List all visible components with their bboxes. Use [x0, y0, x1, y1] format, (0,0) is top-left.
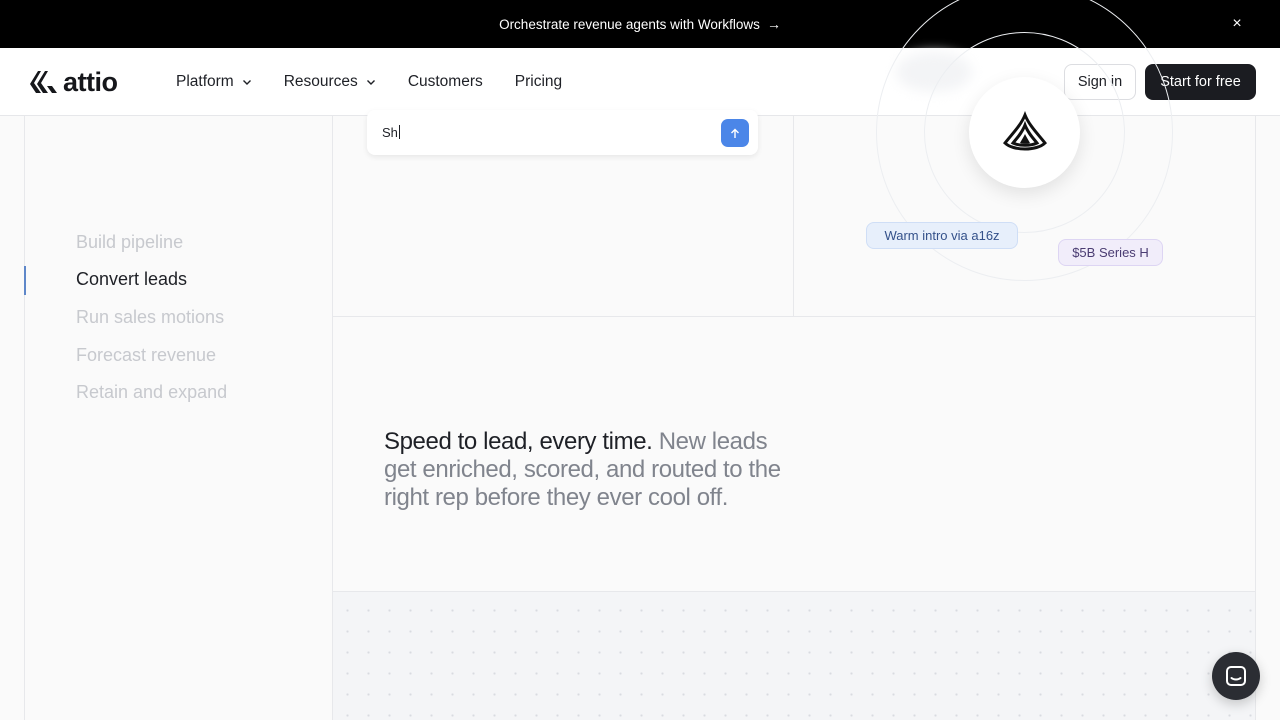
send-button[interactable]: [721, 119, 749, 147]
tag-funding: $5B Series H: [1058, 239, 1163, 266]
tag-warm-intro: Warm intro via a16z: [866, 222, 1018, 249]
sidebar-item-forecast-revenue[interactable]: Forecast revenue: [76, 345, 216, 366]
company-logo-icon: [1002, 110, 1047, 150]
announcement-text[interactable]: Orchestrate revenue agents with Workflow…: [499, 17, 760, 32]
feature-headline: Speed to lead, every time.: [384, 428, 653, 455]
sidebar-item-run-sales-motions[interactable]: Run sales motions: [76, 307, 224, 328]
nav-label: Platform: [176, 73, 234, 90]
frame-divider: [24, 116, 25, 720]
ask-input-value: Sh: [382, 125, 398, 140]
chat-bubble-icon: [1226, 666, 1246, 686]
nav-resources[interactable]: Resources: [284, 73, 376, 91]
attio-logo[interactable]: attio: [28, 67, 118, 97]
frame-divider: [332, 316, 1256, 317]
sidebar-item-build-pipeline[interactable]: Build pipeline: [76, 232, 183, 253]
nav-label: Resources: [283, 73, 358, 90]
chat-launcher-button[interactable]: [1212, 652, 1260, 700]
sidebar-item-retain-and-expand[interactable]: Retain and expand: [76, 382, 227, 403]
frame-divider: [1255, 116, 1256, 720]
dotted-canvas-panel: [333, 592, 1255, 720]
text-caret: [398, 125, 400, 139]
company-logo-medallion: [969, 77, 1080, 188]
chevron-down-icon: [242, 80, 251, 85]
attio-mark-icon: [30, 71, 57, 93]
nav-pricing[interactable]: Pricing: [515, 73, 562, 91]
logo-wordmark: attio: [63, 67, 118, 97]
frame-divider: [793, 116, 794, 316]
chevron-down-icon: [366, 80, 375, 85]
nav-customers[interactable]: Customers: [408, 73, 483, 91]
main-nav: Platform Resources Customers Pricing: [176, 48, 594, 116]
nav-platform[interactable]: Platform: [176, 73, 252, 91]
close-icon[interactable]: ×: [1228, 15, 1246, 33]
nav-label: Customers: [407, 73, 483, 90]
feature-description: Speed to lead, every time. New leads get…: [384, 428, 804, 512]
sidebar-item-convert-leads[interactable]: Convert leads: [76, 269, 187, 290]
active-indicator: [24, 266, 26, 295]
arrow-right-icon: →: [766, 16, 781, 32]
nav-label: Pricing: [514, 73, 563, 90]
ask-input[interactable]: Sh: [382, 125, 400, 140]
ask-input-card[interactable]: Sh: [367, 110, 758, 155]
arrow-up-icon: [731, 128, 739, 138]
